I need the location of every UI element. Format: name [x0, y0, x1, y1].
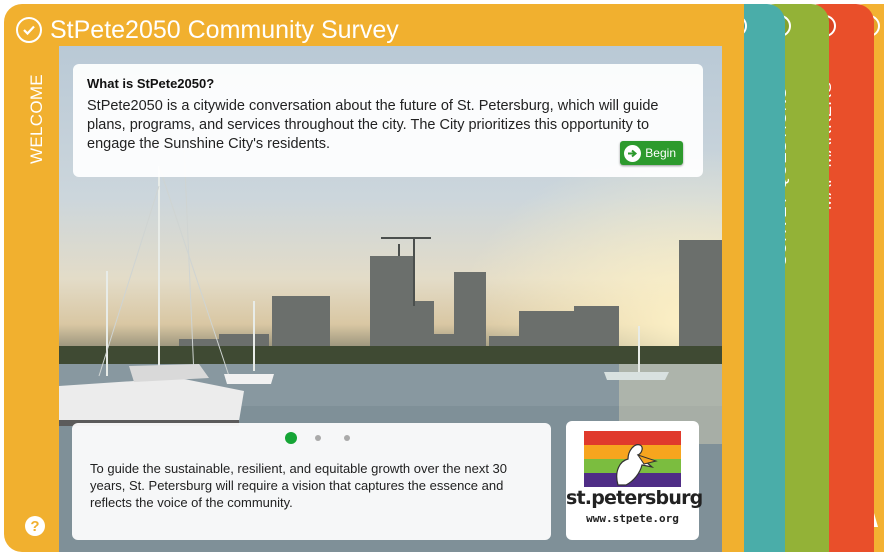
page-title: StPete2050 Community Survey: [50, 15, 399, 44]
logo-wordmark: st.petersburg: [566, 487, 703, 509]
arrow-right-icon: [624, 144, 642, 162]
tab-label-welcome: WELCOME: [27, 74, 46, 164]
slide-dot-2[interactable]: [315, 435, 321, 441]
st-petersburg-logo: st.petersburg www.stpete.org: [566, 421, 703, 540]
pelican-logo-icon: [584, 431, 681, 487]
slide-card: To guide the sustainable, resilient, and…: [72, 423, 551, 540]
intro-heading: What is StPete2050?: [87, 76, 215, 91]
begin-label: Begin: [645, 146, 676, 160]
survey-frame: 5 WRAP UP 4 MAP MARKERS 3 SURVEY QUESTIO…: [4, 4, 884, 552]
intro-card: What is StPete2050? StPete2050 is a city…: [73, 64, 703, 177]
slide-dot-1[interactable]: [285, 432, 297, 444]
logo-url: www.stpete.org: [586, 512, 679, 525]
help-icon[interactable]: ?: [25, 516, 45, 536]
slide-text: To guide the sustainable, resilient, and…: [90, 461, 507, 510]
intro-text: StPete2050 is a citywide conversation ab…: [87, 98, 659, 152]
check-circle-icon: [16, 17, 42, 43]
header: StPete2050 Community Survey: [16, 12, 399, 48]
tab-welcome[interactable]: WELCOME: [23, 56, 53, 176]
slide-dots: [285, 432, 373, 444]
slide-dot-3[interactable]: [344, 435, 350, 441]
begin-button[interactable]: Begin: [620, 141, 683, 165]
